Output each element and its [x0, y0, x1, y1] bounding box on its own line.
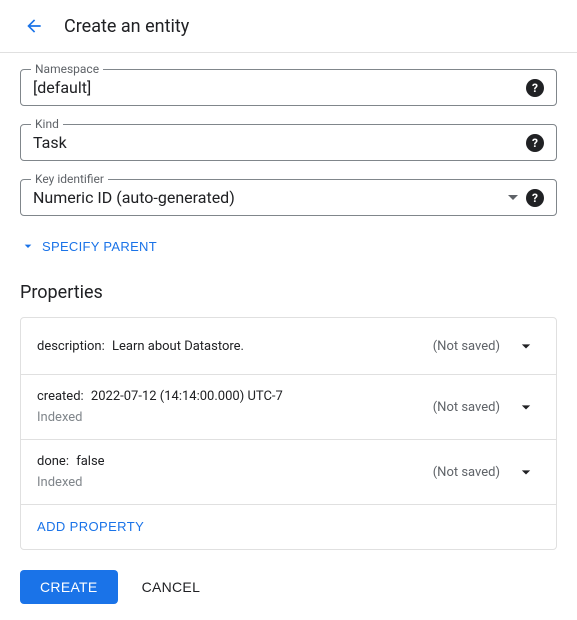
- arrow-left-icon: [24, 16, 44, 36]
- property-main: done: false Indexed: [37, 454, 433, 490]
- property-row: done: false Indexed (Not saved): [21, 440, 556, 505]
- page-title: Create an entity: [64, 16, 189, 37]
- action-bar: CREATE CANCEL: [20, 570, 557, 604]
- properties-list: description: Learn about Datastore. (Not…: [20, 317, 557, 550]
- property-status: (Not saved): [433, 339, 500, 354]
- help-icon[interactable]: ?: [526, 134, 544, 152]
- property-indexed: Indexed: [37, 475, 433, 490]
- chevron-down-icon: [20, 238, 36, 254]
- property-key: done:: [37, 454, 69, 469]
- specify-parent-button[interactable]: SPECIFY PARENT: [20, 234, 157, 258]
- properties-title: Properties: [20, 282, 557, 303]
- property-row: created: 2022-07-12 (14:14:00.000) UTC-7…: [21, 375, 556, 440]
- chevron-down-icon: [516, 397, 536, 417]
- expand-button[interactable]: [512, 393, 540, 421]
- key-identifier-value: Numeric ID (auto-generated): [33, 188, 500, 207]
- property-key: description:: [37, 339, 105, 354]
- help-icon[interactable]: ?: [526, 79, 544, 97]
- property-main: created: 2022-07-12 (14:14:00.000) UTC-7…: [37, 389, 433, 425]
- property-main: description: Learn about Datastore.: [37, 339, 433, 354]
- namespace-label: Namespace: [31, 62, 103, 76]
- property-status: (Not saved): [433, 465, 500, 480]
- property-line: created: 2022-07-12 (14:14:00.000) UTC-7: [37, 389, 433, 404]
- property-value: 2022-07-12 (14:14:00.000) UTC-7: [91, 389, 283, 404]
- property-value: Learn about Datastore.: [112, 339, 244, 354]
- create-button[interactable]: CREATE: [20, 570, 118, 604]
- property-value: false: [76, 454, 104, 469]
- chevron-down-icon: [516, 336, 536, 356]
- namespace-value: [default]: [33, 78, 518, 97]
- cancel-button[interactable]: CANCEL: [142, 579, 201, 595]
- expand-button[interactable]: [512, 458, 540, 486]
- expand-button[interactable]: [512, 332, 540, 360]
- property-line: description: Learn about Datastore.: [37, 339, 433, 354]
- property-line: done: false: [37, 454, 433, 469]
- property-status: (Not saved): [433, 400, 500, 415]
- specify-parent-label: SPECIFY PARENT: [42, 239, 157, 254]
- property-indexed: Indexed: [37, 410, 433, 425]
- key-identifier-label: Key identifier: [31, 172, 108, 186]
- back-button[interactable]: [20, 12, 48, 40]
- kind-value: Task: [33, 133, 518, 152]
- chevron-down-icon: [516, 462, 536, 482]
- key-identifier-field[interactable]: Key identifier Numeric ID (auto-generate…: [20, 179, 557, 216]
- add-property-button[interactable]: ADD PROPERTY: [37, 519, 144, 534]
- content-area: Namespace [default] ? Kind Task ? Key id…: [0, 53, 577, 620]
- dropdown-icon: [508, 195, 518, 200]
- kind-field[interactable]: Kind Task ?: [20, 124, 557, 161]
- help-icon[interactable]: ?: [526, 189, 544, 207]
- namespace-field[interactable]: Namespace [default] ?: [20, 69, 557, 106]
- property-key: created:: [37, 389, 84, 404]
- page-header: Create an entity: [0, 0, 577, 53]
- kind-label: Kind: [31, 117, 63, 131]
- add-property-row: ADD PROPERTY: [21, 505, 556, 549]
- property-row: description: Learn about Datastore. (Not…: [21, 318, 556, 375]
